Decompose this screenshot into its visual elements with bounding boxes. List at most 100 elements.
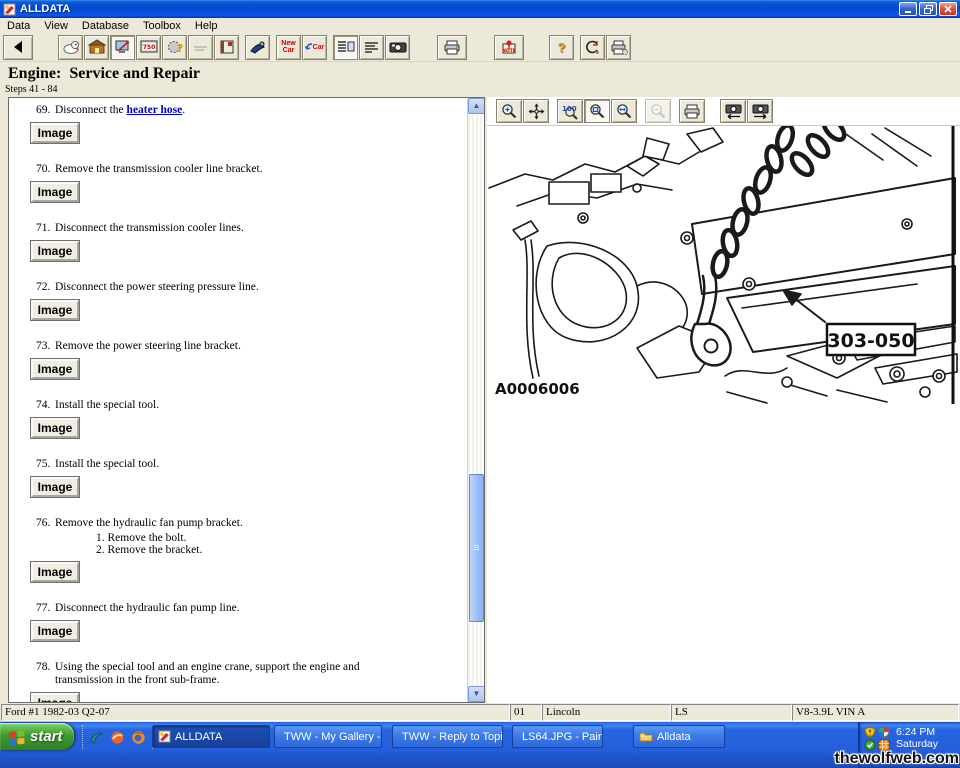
- task-label: LS64.JPG - Paint: [522, 731, 603, 743]
- step-text: Disconnect the power steering pressure l…: [55, 281, 259, 294]
- menu-toolbox[interactable]: Toolbox: [136, 19, 188, 33]
- step-number: 70.: [36, 163, 55, 176]
- title-bar: ALLDATA: [0, 0, 960, 18]
- image-button[interactable]: Image: [31, 477, 79, 497]
- image-viewer-panel: 100: [487, 97, 960, 703]
- shield-icon[interactable]: [864, 726, 876, 738]
- next-image-button[interactable]: [747, 99, 773, 123]
- refresh-button[interactable]: [580, 35, 605, 60]
- fit-width-icon: [616, 103, 633, 120]
- fit-window-button[interactable]: [584, 99, 610, 123]
- window-title: ALLDATA: [20, 3, 899, 15]
- step-number: 76.: [36, 517, 55, 530]
- tray-ball-icon[interactable]: [878, 726, 890, 738]
- new-car-button[interactable]: NewCar: [276, 35, 301, 60]
- menu-bar: Data View Database Toolbox Help: [0, 18, 960, 33]
- task-alldata-folder[interactable]: Alldata: [633, 725, 725, 748]
- recall-button-disabled: [188, 35, 213, 60]
- notes-button[interactable]: NOTE: [494, 35, 524, 60]
- menu-database[interactable]: Database: [75, 19, 136, 33]
- heater-hose-link[interactable]: heater hose: [127, 104, 183, 116]
- close-button[interactable]: [939, 2, 957, 16]
- step-text: Install the special tool.: [55, 399, 159, 412]
- print-setup-button[interactable]: [606, 35, 631, 60]
- fit-window-icon: [589, 103, 606, 120]
- watermark: thewolfweb.com: [835, 750, 959, 768]
- article-panel: 69.Disconnect the heater hose. Image 70.…: [8, 97, 485, 703]
- help-icon: ?: [558, 41, 566, 54]
- task-label: TWW - My Gallery - M...: [284, 731, 382, 743]
- car-history-button[interactable]: Car: [302, 35, 327, 60]
- step-74: 74.Install the special tool.: [36, 399, 467, 412]
- zoom-in-icon: [501, 103, 518, 120]
- minimize-button[interactable]: [899, 2, 917, 16]
- pan-button[interactable]: [523, 99, 549, 123]
- print-image-button[interactable]: [679, 99, 705, 123]
- substep-1: 1. Remove the bolt.: [96, 532, 467, 544]
- image-button[interactable]: Image: [31, 693, 79, 702]
- start-button[interactable]: start: [0, 723, 74, 750]
- car-icon: Car: [313, 44, 325, 51]
- prev-image-button[interactable]: [720, 99, 746, 123]
- task-label: ALLDATA: [175, 731, 222, 743]
- article-scrollbar[interactable]: ▲ ▼: [467, 98, 484, 702]
- step-number: 71.: [36, 222, 55, 235]
- image-button[interactable]: Image: [31, 241, 79, 261]
- step-76: 76.Remove the hydraulic fan pump bracket…: [36, 517, 467, 556]
- svg-text:750: 750: [142, 44, 155, 51]
- task-alldata[interactable]: ALLDATA: [152, 725, 270, 748]
- taskbar: start ALLDATA TWW - My Gallery - M... TW…: [0, 722, 960, 768]
- step-number: 75.: [36, 458, 55, 471]
- menu-view[interactable]: View: [37, 19, 75, 33]
- zoom-100-button[interactable]: 100: [557, 99, 583, 123]
- printer-icon: [443, 40, 461, 55]
- image-button[interactable]: Image: [31, 562, 79, 582]
- tsb-button[interactable]: 750: [136, 35, 161, 60]
- quicklaunch-icon-3[interactable]: [131, 730, 146, 745]
- quicklaunch-icon-2[interactable]: [110, 730, 125, 745]
- substeps: 1. Remove the bolt. 2. Remove the bracke…: [96, 532, 467, 556]
- task-paint[interactable]: LS64.JPG - Paint: [512, 725, 603, 748]
- back-button[interactable]: [3, 35, 33, 60]
- tools-button[interactable]: [245, 35, 270, 60]
- shop-button[interactable]: [84, 35, 109, 60]
- image-button[interactable]: Image: [31, 418, 79, 438]
- scroll-up-arrow[interactable]: ▲: [468, 98, 485, 114]
- dog-icon: [62, 39, 80, 55]
- task-firefox-gallery[interactable]: TWW - My Gallery - M...: [274, 725, 382, 748]
- step-text: Remove the power steering line bracket.: [55, 340, 241, 353]
- repair-button[interactable]: [110, 35, 135, 60]
- print-button[interactable]: [437, 35, 467, 60]
- library-button[interactable]: [214, 35, 239, 60]
- scroll-thumb[interactable]: [469, 474, 484, 622]
- view-text-button[interactable]: [359, 35, 384, 60]
- image-button[interactable]: Image: [31, 182, 79, 202]
- help-button[interactable]: ?: [549, 35, 574, 60]
- zoom-out-icon: [650, 103, 667, 120]
- menu-help[interactable]: Help: [188, 19, 225, 33]
- diagram-image: 303-050 A0006006: [487, 125, 960, 403]
- task-firefox-reply[interactable]: TWW - Reply to Topic...: [392, 725, 503, 748]
- figure-label: A0006006: [495, 380, 580, 398]
- image-button[interactable]: Image: [31, 621, 79, 641]
- view-text-image-button[interactable]: [333, 35, 358, 60]
- status-engine: V8-3.9L VIN A: [792, 704, 959, 721]
- monitor-icon: 750: [140, 39, 158, 55]
- menu-data[interactable]: Data: [0, 19, 37, 33]
- view-image-button[interactable]: [385, 35, 410, 60]
- tool-label: 303-050: [827, 330, 914, 352]
- quicklaunch-icon-1[interactable]: [89, 730, 104, 745]
- alldata-task-icon: [158, 730, 171, 743]
- parts-button[interactable]: ?: [162, 35, 187, 60]
- restore-button[interactable]: [919, 2, 937, 16]
- image-button[interactable]: Image: [31, 359, 79, 379]
- status-bar: Ford #1 1982-03 Q2-07 01 Lincoln LS V8-3…: [0, 703, 960, 722]
- fit-width-button[interactable]: [611, 99, 637, 123]
- step-number: 69.: [36, 104, 55, 117]
- scroll-down-arrow[interactable]: ▼: [468, 686, 485, 702]
- zoom-in-button[interactable]: [496, 99, 522, 123]
- step-75: 75.Install the special tool.: [36, 458, 467, 471]
- fetch-button[interactable]: [58, 35, 83, 60]
- image-button[interactable]: Image: [31, 123, 79, 143]
- image-button[interactable]: Image: [31, 300, 79, 320]
